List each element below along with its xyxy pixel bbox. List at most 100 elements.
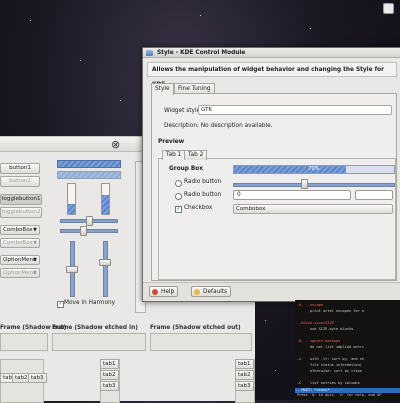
tab-preview-2[interactable]: Tab 2 [184, 150, 208, 160]
terminal-line: do not list implied entri [297, 345, 365, 349]
chevron-down-icon: ▼ [33, 227, 37, 233]
frame-shadow-out [0, 333, 48, 351]
dialog-title: Style - KDE Control Module [157, 50, 246, 56]
dialog-body: Style Fine Tuning Widget style: GTK Desc… [147, 83, 397, 282]
terminal-window[interactable]: -b, --escape print octal escapes for n --… [295, 300, 400, 400]
radio-button-2-label: Radio button [184, 192, 222, 198]
dialog-titlebar[interactable]: Style - KDE Control Module [143, 48, 400, 58]
terminal-line: use SIZE-byte blocks [297, 327, 354, 331]
star [120, 100, 121, 101]
chevron-down-icon: ▼ [33, 240, 37, 246]
terminal-line: --block-size=SIZE [297, 321, 334, 325]
terminal-line: -b, --escape [297, 303, 323, 307]
terminal-line: file status information) [297, 363, 362, 367]
progress-bar: 70% [233, 165, 395, 174]
style-description: Description: No description available. [164, 123, 273, 129]
vertical-progressbar-1 [67, 183, 76, 215]
optionmenu-2-label: OptionMenu [3, 270, 37, 276]
move-in-harmony-checkbox[interactable]: ✓ [57, 301, 64, 308]
terminal-line: -B, --ignore-backups [297, 339, 341, 343]
tab-tab3[interactable]: tab3 [235, 381, 254, 391]
checkbox-label: Checkbox [184, 205, 213, 211]
tray-icon[interactable] [383, 3, 394, 14]
slider-thumb[interactable] [66, 266, 78, 273]
preview-combobox-value: Combobox [236, 206, 266, 212]
widget-style-label: Widget style: [164, 108, 203, 114]
combobox-1-label: ComboBox [3, 227, 33, 233]
tab-tab3[interactable]: tab3 [100, 381, 119, 391]
vertical-slider-2[interactable] [103, 241, 108, 297]
preview-frame: Group Box 70% Radio button Radio button … [158, 158, 396, 280]
tab-tab3[interactable]: tab3 [28, 373, 47, 383]
move-in-harmony-label: Move In Harmony [64, 300, 116, 306]
star [80, 60, 81, 61]
tab-preview-1[interactable]: Tab 1 [162, 150, 186, 160]
optionmenu-1[interactable]: OptionMenu ▼ [0, 255, 40, 265]
close-icon[interactable]: ⊗ [111, 138, 120, 151]
dialog-header: Allows the manipulation of widget behavi… [147, 62, 397, 88]
star [200, 15, 201, 16]
progress-fill [68, 203, 75, 214]
slider-thumb[interactable] [80, 226, 87, 236]
optionmenu-1-label: OptionMenu [3, 257, 37, 263]
line-edit[interactable] [355, 190, 393, 200]
progress-fill [102, 194, 109, 214]
radio-button-2[interactable] [175, 193, 182, 200]
combobox-1[interactable]: ComboBox ▼ [0, 225, 40, 235]
terminal-line: -c with -lt: sort by, and sh [297, 357, 365, 361]
horizontal-slider-2[interactable] [60, 229, 118, 233]
frame-shadow-etched-in-title: Frame (Shadow etched in) [52, 325, 138, 331]
slider-thumb[interactable] [86, 216, 93, 226]
slider-thumb[interactable] [301, 179, 308, 189]
help-icon [152, 289, 158, 295]
frame-shadow-etched-in [52, 333, 146, 351]
frame-shadow-etched-out-title: Frame (Shadow etched out) [150, 325, 241, 331]
vertical-progressbar-2 [101, 183, 110, 215]
defaults-button-label: Defaults [203, 289, 228, 295]
horizontal-progressbar [57, 160, 121, 168]
help-button-label: Help [161, 289, 175, 295]
progress-text: 70% [308, 166, 320, 172]
preview-combobox[interactable]: Combobox [233, 204, 393, 214]
terminal-line: otherwise: sort by ctime [297, 369, 362, 373]
spinbox-value: 0 [237, 192, 241, 198]
tab-tab1[interactable]: tab1 [235, 359, 254, 369]
terminal-help-line: Press `Q' to quit, `H' for help, and SP [297, 393, 382, 397]
tab-tab1[interactable]: tab1 [100, 359, 119, 369]
togglebutton2: togglebutton2 [0, 207, 42, 218]
checkbox[interactable]: ✓ [175, 206, 182, 213]
radio-button-1-label: Radio button [184, 179, 222, 185]
star [30, 20, 31, 21]
chevron-down-icon: ▼ [33, 270, 37, 276]
button1[interactable]: button1 [0, 163, 40, 174]
star [265, 320, 266, 321]
group-box-label: Group Box [169, 166, 204, 172]
radio-button-1[interactable] [175, 180, 182, 187]
defaults-button[interactable]: Defaults [191, 286, 232, 297]
style-panel: Widget style: GTK Description: No descri… [151, 93, 397, 281]
combobox-2: ComboBox ▼ [0, 238, 40, 248]
chevron-down-icon: ▼ [33, 257, 37, 263]
slider-thumb[interactable] [99, 258, 111, 266]
widget-style-select[interactable]: GTK [198, 105, 392, 115]
help-button[interactable]: Help [149, 286, 179, 297]
tab-tab2[interactable]: tab2 [235, 370, 254, 380]
star [275, 370, 276, 371]
spinbox[interactable]: 0 [233, 190, 351, 200]
preview-slider[interactable] [233, 183, 395, 187]
defaults-icon [194, 289, 200, 295]
terminal-line: -C list entries by columns [297, 381, 360, 385]
button2: button2 [0, 176, 40, 187]
tab-tab2[interactable]: tab2 [100, 370, 119, 380]
tab-style[interactable]: Style [151, 83, 174, 95]
optionmenu-2: OptionMenu ▼ [0, 268, 40, 278]
widget-style-value: GTK [201, 107, 213, 113]
togglebutton1[interactable]: togglebutton1 [0, 194, 42, 205]
horizontal-progressbar-2 [57, 171, 121, 179]
kde-style-icon [146, 50, 153, 56]
combobox-2-label: ComboBox [3, 240, 33, 246]
frame-shadow-etched-out [150, 333, 252, 351]
preview-label: Preview [158, 139, 185, 145]
dialog-footer: Help Defaults [143, 282, 400, 301]
style-dialog: Style - KDE Control Module Allows the ma… [142, 47, 400, 302]
